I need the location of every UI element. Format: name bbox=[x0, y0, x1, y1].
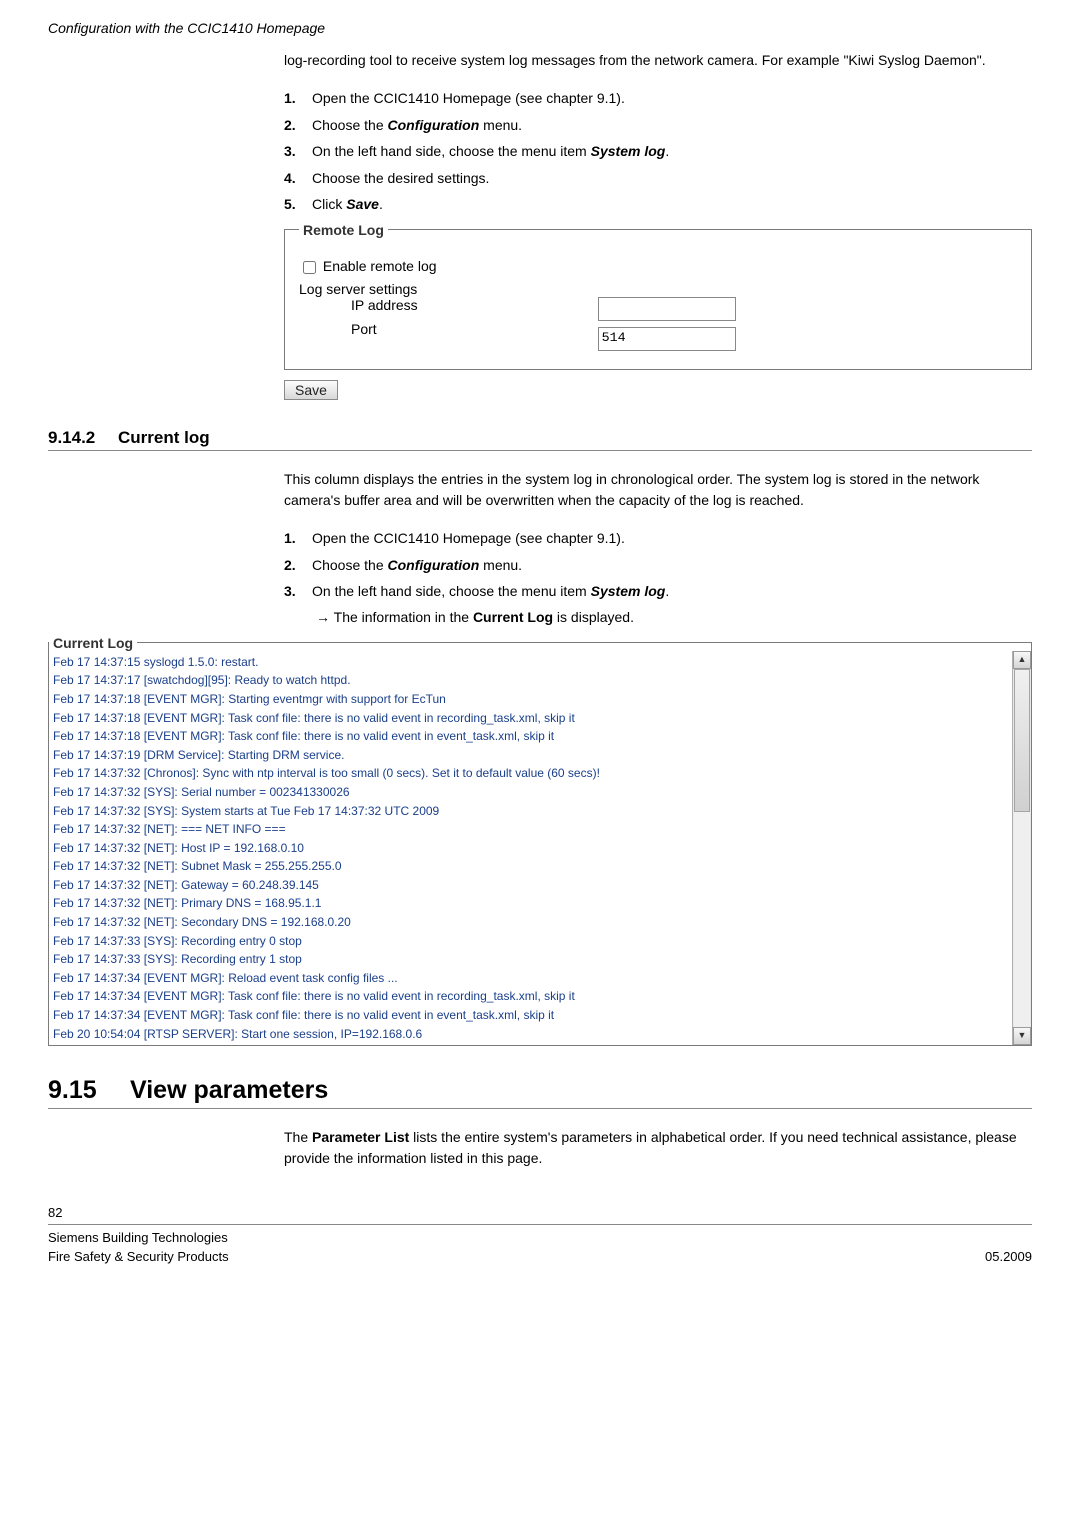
enable-remote-log-checkbox[interactable] bbox=[303, 261, 316, 274]
current-log-textarea[interactable]: Feb 17 14:37:15 syslogd 1.5.0: restart.F… bbox=[49, 651, 1012, 1045]
remote-log-legend: Remote Log bbox=[299, 222, 388, 238]
log-line: Feb 17 14:37:34 [EVENT MGR]: Task conf f… bbox=[53, 1006, 1008, 1025]
divider bbox=[48, 1108, 1032, 1109]
step-number: 1. bbox=[284, 529, 312, 549]
port-input[interactable] bbox=[598, 327, 736, 351]
step-number: 3. bbox=[284, 582, 312, 602]
log-line: Feb 17 14:37:32 [NET]: === NET INFO === bbox=[53, 820, 1008, 839]
scroll-down-button[interactable]: ▼ bbox=[1013, 1027, 1031, 1045]
section-9-15-title: View parameters bbox=[130, 1076, 328, 1104]
ip-address-label: IP address bbox=[351, 297, 418, 313]
log-line: Feb 17 14:37:17 [swatchdog][95]: Ready t… bbox=[53, 671, 1008, 690]
step-item: 2.Choose the Configuration menu. bbox=[284, 116, 1032, 136]
log-line: Feb 17 14:37:32 [NET]: Secondary DNS = 1… bbox=[53, 913, 1008, 932]
step-item: 3.On the left hand side, choose the menu… bbox=[284, 582, 1032, 602]
divider bbox=[48, 1224, 1032, 1225]
log-line: Feb 17 14:37:15 syslogd 1.5.0: restart. bbox=[53, 653, 1008, 672]
log-line: Feb 17 14:37:19 [DRM Service]: Starting … bbox=[53, 746, 1008, 765]
current-log-legend: Current Log bbox=[49, 635, 137, 651]
page-footer: 82 Siemens Building Technologies Fire Sa… bbox=[48, 1205, 1032, 1267]
step-number: 2. bbox=[284, 116, 312, 136]
log-line: Feb 17 14:37:32 [NET]: Subnet Mask = 255… bbox=[53, 857, 1008, 876]
scroll-track[interactable] bbox=[1014, 669, 1030, 1027]
section-9-15-num: 9.15 bbox=[48, 1076, 130, 1105]
log-line: Feb 17 14:37:32 [SYS]: System starts at … bbox=[53, 802, 1008, 821]
page-number: 82 bbox=[48, 1205, 1032, 1220]
log-line: Feb 17 14:37:34 [EVENT MGR]: Reload even… bbox=[53, 969, 1008, 988]
divider bbox=[48, 450, 1032, 451]
remote-log-fieldset: Remote Log Enable remote log Log server … bbox=[284, 222, 1032, 370]
log-line: Feb 20 10:54:04 [RTSP SERVER]: Start one… bbox=[53, 1025, 1008, 1044]
log-line: Feb 17 14:37:18 [EVENT MGR]: Starting ev… bbox=[53, 690, 1008, 709]
ip-address-input[interactable] bbox=[598, 297, 736, 321]
step-number: 1. bbox=[284, 89, 312, 109]
log-line: Feb 17 14:37:18 [EVENT MGR]: Task conf f… bbox=[53, 709, 1008, 728]
save-button[interactable]: Save bbox=[284, 380, 338, 400]
step-item: 2.Choose the Configuration menu. bbox=[284, 556, 1032, 576]
steps-list-1: 1.Open the CCIC1410 Homepage (see chapte… bbox=[284, 89, 1032, 215]
log-line: Feb 17 14:37:32 [NET]: Gateway = 60.248.… bbox=[53, 876, 1008, 895]
log-line: Feb 17 14:37:32 [SYS]: Serial number = 0… bbox=[53, 783, 1008, 802]
step-number: 3. bbox=[284, 142, 312, 162]
port-label: Port bbox=[351, 321, 418, 337]
section-9-15-heading: 9.15View parameters bbox=[48, 1076, 1032, 1105]
section-9-14-2-title: Current log bbox=[118, 428, 210, 448]
intro-text: log-recording tool to receive system log… bbox=[284, 50, 1032, 71]
log-line: Feb 17 14:37:32 [Chronos]: Sync with ntp… bbox=[53, 764, 1008, 783]
footer-date: 05.2009 bbox=[985, 1248, 1032, 1267]
step-item: 5.Click Save. bbox=[284, 195, 1032, 215]
step-item: 1.Open the CCIC1410 Homepage (see chapte… bbox=[284, 529, 1032, 549]
page-header: Configuration with the CCIC1410 Homepage bbox=[48, 20, 325, 36]
log-line: Feb 17 14:37:33 [SYS]: Recording entry 0… bbox=[53, 932, 1008, 951]
para-9-14-2: This column displays the entries in the … bbox=[284, 469, 1032, 511]
log-line: Feb 17 14:37:32 [NET]: Primary DNS = 168… bbox=[53, 894, 1008, 913]
section-9-14-2-num: 9.14.2 bbox=[48, 428, 118, 448]
step-number: 2. bbox=[284, 556, 312, 576]
footer-company: Siemens Building Technologies bbox=[48, 1229, 229, 1248]
scrollbar[interactable]: ▲ ▼ bbox=[1012, 651, 1031, 1045]
step-item: 4.Choose the desired settings. bbox=[284, 169, 1032, 189]
log-line: Feb 17 14:37:33 [SYS]: Recording entry 1… bbox=[53, 950, 1008, 969]
step-number: 5. bbox=[284, 195, 312, 215]
arrow-icon: → bbox=[316, 609, 330, 625]
step-item: 1.Open the CCIC1410 Homepage (see chapte… bbox=[284, 89, 1032, 109]
scroll-up-button[interactable]: ▲ bbox=[1013, 651, 1031, 669]
step-number: 4. bbox=[284, 169, 312, 189]
scroll-thumb[interactable] bbox=[1014, 669, 1030, 812]
enable-remote-log-label: Enable remote log bbox=[323, 258, 437, 274]
log-line: Feb 17 14:37:34 [EVENT MGR]: Task conf f… bbox=[53, 987, 1008, 1006]
para-9-15: The Parameter List lists the entire syst… bbox=[284, 1127, 1032, 1169]
section-9-14-2-heading: 9.14.2 Current log bbox=[48, 428, 1032, 448]
steps-list-2: 1.Open the CCIC1410 Homepage (see chapte… bbox=[284, 529, 1032, 602]
log-server-settings-label: Log server settings bbox=[299, 281, 1017, 297]
current-log-fieldset: Current Log Feb 17 14:37:15 syslogd 1.5.… bbox=[48, 635, 1032, 1046]
arrow-result-line: → The information in the Current Log is … bbox=[316, 609, 1032, 625]
step-item: 3.On the left hand side, choose the menu… bbox=[284, 142, 1032, 162]
footer-division: Fire Safety & Security Products bbox=[48, 1248, 229, 1267]
log-line: Feb 17 14:37:32 [NET]: Host IP = 192.168… bbox=[53, 839, 1008, 858]
log-line: Feb 17 14:37:18 [EVENT MGR]: Task conf f… bbox=[53, 727, 1008, 746]
